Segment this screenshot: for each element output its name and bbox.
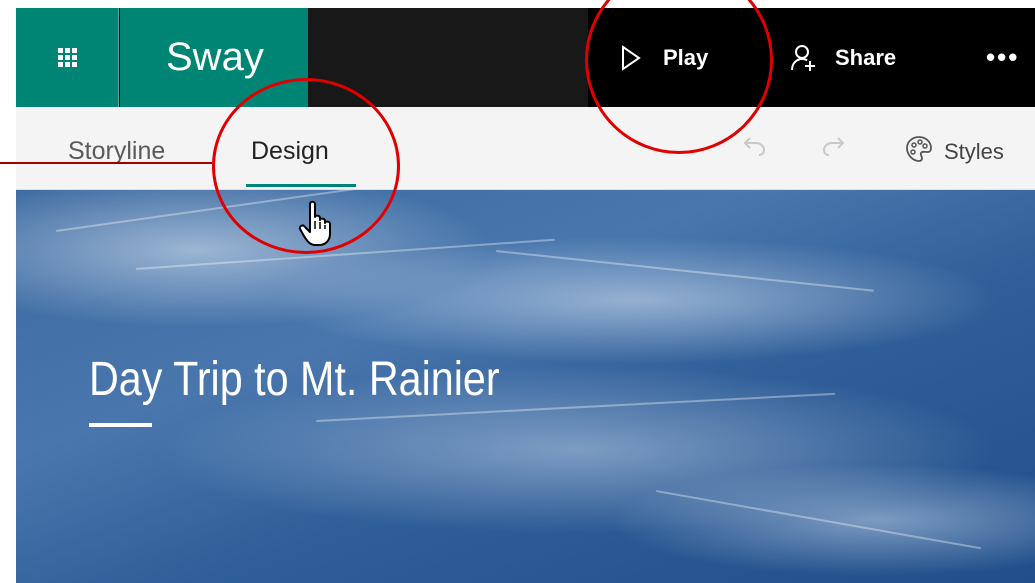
cloud-streak xyxy=(495,250,875,292)
redo-icon[interactable] xyxy=(820,135,846,162)
share-label: Share xyxy=(835,44,897,70)
title-underline xyxy=(89,423,152,427)
waffle-grid-icon xyxy=(57,48,77,67)
more-options-button[interactable]: ••• xyxy=(986,8,1019,107)
tab-design[interactable]: Design xyxy=(251,107,329,190)
share-button[interactable]: Share xyxy=(791,8,896,107)
tab-storyline[interactable]: Storyline xyxy=(68,107,165,190)
palette-icon xyxy=(904,134,934,170)
top-bar: Sway Play Share ••• xyxy=(16,8,1035,107)
play-label: Play xyxy=(663,44,709,70)
callout-leader-line xyxy=(0,162,212,164)
cloud-streak xyxy=(655,490,982,550)
top-bar-spacer xyxy=(308,8,588,107)
add-person-icon xyxy=(791,44,817,72)
app-brand[interactable]: Sway xyxy=(120,8,308,107)
hand-pointer-icon xyxy=(298,198,338,253)
styles-label: Styles xyxy=(944,139,1004,164)
sway-app: Sway Play Share ••• Storyline Design Sty… xyxy=(16,8,1035,583)
cloud-streak xyxy=(55,190,393,232)
tab-bar: Storyline Design xyxy=(16,107,1035,190)
hero-image: Day Trip to Mt. Rainier xyxy=(16,190,1035,583)
cloud-streak xyxy=(135,238,556,270)
active-tab-indicator xyxy=(246,184,356,187)
play-button[interactable]: Play xyxy=(621,8,708,107)
app-launcher-button[interactable] xyxy=(16,8,119,107)
story-title[interactable]: Day Trip to Mt. Rainier xyxy=(89,352,500,407)
play-icon xyxy=(621,44,641,71)
styles-button[interactable]: Styles xyxy=(904,134,1004,170)
undo-icon[interactable] xyxy=(742,135,768,162)
